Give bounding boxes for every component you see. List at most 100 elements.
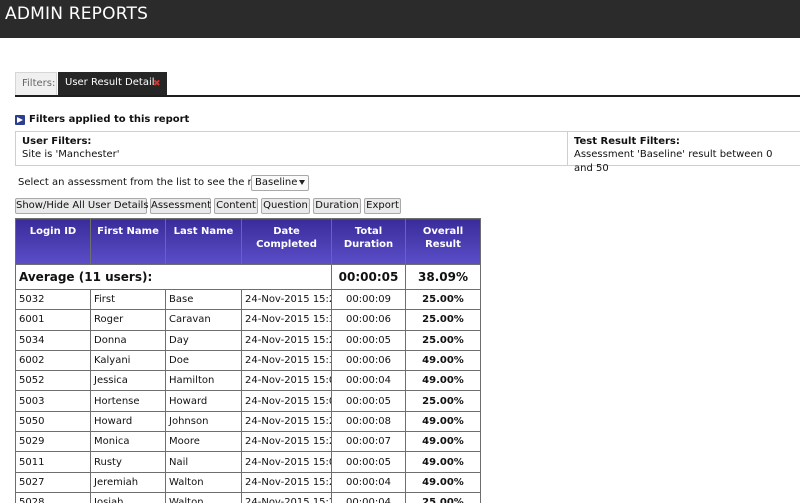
col-header-total-duration[interactable]: Total Duration [331,218,406,265]
cell-total-duration: 00:00:04 [331,491,406,503]
cell-login-id: 5028 [15,491,91,503]
cell-overall-result: 49.00% [405,349,481,372]
cell-first-name: Josiah [90,491,166,503]
cell-total-duration: 00:00:08 [331,410,406,433]
table-row[interactable]: 5003HortenseHoward24-Nov-2015 15:0400:00… [15,390,481,412]
cell-last-name: Moore [165,431,242,453]
app-header: ADMIN REPORTS [0,0,800,38]
average-label: Average (11 users): [15,264,332,290]
user-filters-title: User Filters: [22,136,92,147]
table-row[interactable]: 5027JeremiahWalton24-Nov-2015 15:2200:00… [15,471,481,493]
cell-login-id: 5034 [15,329,91,351]
table-row[interactable]: 5050HowardJohnson24-Nov-2015 15:2600:00:… [15,410,481,433]
cell-overall-result: 25.00% [405,288,481,311]
cell-overall-result: 49.00% [405,471,481,493]
cell-date-completed: 24-Nov-2015 15:06 [241,451,332,473]
cell-first-name: First [90,288,166,311]
cell-total-duration: 00:00:05 [331,451,406,473]
question-button[interactable]: Question [261,198,310,214]
cell-first-name: Donna [90,329,166,351]
cell-overall-result: 25.00% [405,390,481,412]
results-table: Login ID First Name Last Name Date Compl… [15,218,481,503]
cell-date-completed: 24-Nov-2015 15:26 [241,410,332,433]
cell-login-id: 5027 [15,471,91,493]
cell-first-name: Rusty [90,451,166,473]
table-row[interactable]: 5028JosiahWalton24-Nov-2015 15:2300:00:0… [15,491,481,503]
cell-date-completed: 24-Nov-2015 15:26 [241,329,332,351]
cell-first-name: Jeremiah [90,471,166,493]
close-icon[interactable]: ✖ [153,73,161,95]
cell-last-name: Base [165,288,242,311]
cell-last-name: Walton [165,471,242,493]
table-row[interactable]: 5034DonnaDay24-Nov-2015 15:2600:00:0525.… [15,329,481,351]
cell-first-name: Hortense [90,390,166,412]
cell-login-id: 6002 [15,349,91,372]
cell-last-name: Howard [165,390,242,412]
col-header-date-completed[interactable]: Date Completed [241,218,332,265]
cell-first-name: Kalyani [90,349,166,372]
dropdown-arrow-icon [299,180,305,185]
cell-total-duration: 00:00:05 [331,390,406,412]
cell-last-name: Johnson [165,410,242,433]
show-hide-user-details-button[interactable]: Show/Hide All User Details [15,198,149,214]
cell-date-completed: 24-Nov-2015 15:32 [241,309,332,331]
cell-first-name: Monica [90,431,166,453]
table-row[interactable]: 5029MonicaMoore24-Nov-2015 15:2300:00:07… [15,431,481,453]
assessment-select-label: Select an assessment from the list to se… [18,177,282,188]
cell-date-completed: 24-Nov-2015 15:23 [241,491,332,503]
user-filters: User Filters: Site is 'Manchester' [15,132,568,165]
cell-date-completed: 24-Nov-2015 15:04 [241,390,332,412]
cell-total-duration: 00:00:07 [331,431,406,453]
cell-overall-result: 49.00% [405,370,481,392]
table-row[interactable]: 6001RogerCaravan24-Nov-2015 15:3200:00:0… [15,309,481,331]
average-result: 38.09% [405,264,481,290]
col-header-last-name[interactable]: Last Name [165,218,242,265]
cell-overall-result: 49.00% [405,410,481,433]
expand-arrow-icon[interactable] [15,115,25,125]
test-result-filters: Test Result Filters: Assessment 'Baselin… [568,132,800,174]
duration-button[interactable]: Duration [313,198,361,214]
assessment-select[interactable]: Baseline [251,175,309,191]
content-button[interactable]: Content [214,198,258,214]
cell-overall-result: 25.00% [405,491,481,503]
cell-total-duration: 00:00:09 [331,288,406,311]
cell-overall-result: 49.00% [405,451,481,473]
table-row[interactable]: 5011RustyNail24-Nov-2015 15:0600:00:0549… [15,451,481,473]
table-row[interactable]: 6002KalyaniDoe24-Nov-2015 15:3200:00:064… [15,349,481,372]
cell-last-name: Nail [165,451,242,473]
cell-total-duration: 00:00:04 [331,370,406,392]
cell-login-id: 5003 [15,390,91,412]
cell-date-completed: 24-Nov-2015 15:22 [241,471,332,493]
col-header-overall-result[interactable]: Overall Result [405,218,481,265]
cell-last-name: Walton [165,491,242,503]
tab-label: User Result Detail [65,77,155,88]
assessment-button[interactable]: Assessment [150,198,211,214]
cell-last-name: Doe [165,349,242,372]
cell-last-name: Hamilton [165,370,242,392]
test-filters-value: Assessment 'Baseline' result between 0 a… [574,149,773,174]
assessment-select-value: Baseline [255,177,298,188]
col-header-login-id[interactable]: Login ID [15,218,91,265]
average-duration: 00:00:05 [331,264,406,290]
cell-first-name: Jessica [90,370,166,392]
cell-date-completed: 24-Nov-2015 15:05 [241,370,332,392]
tab-filters[interactable]: Filters: [15,72,57,95]
cell-first-name: Howard [90,410,166,433]
cell-total-duration: 00:00:06 [331,349,406,372]
cell-overall-result: 25.00% [405,309,481,331]
table-header-row: Login ID First Name Last Name Date Compl… [15,218,481,265]
table-row[interactable]: 5052JessicaHamilton24-Nov-2015 15:0500:0… [15,370,481,392]
average-row: Average (11 users): 00:00:05 38.09% [15,264,481,290]
cell-date-completed: 24-Nov-2015 15:25 [241,288,332,311]
table-row[interactable]: 5032FirstBase24-Nov-2015 15:2500:00:0925… [15,288,481,311]
col-header-first-name[interactable]: First Name [90,218,166,265]
tab-user-result-detail[interactable]: User Result Detail ✖ [58,72,167,95]
export-button[interactable]: Export [364,198,401,214]
filters-panel: User Filters: Site is 'Manchester' Test … [15,131,800,174]
cell-total-duration: 00:00:06 [331,309,406,331]
cell-total-duration: 00:00:04 [331,471,406,493]
cell-total-duration: 00:00:05 [331,329,406,351]
cell-overall-result: 49.00% [405,431,481,453]
cell-login-id: 5029 [15,431,91,453]
cell-login-id: 6001 [15,309,91,331]
